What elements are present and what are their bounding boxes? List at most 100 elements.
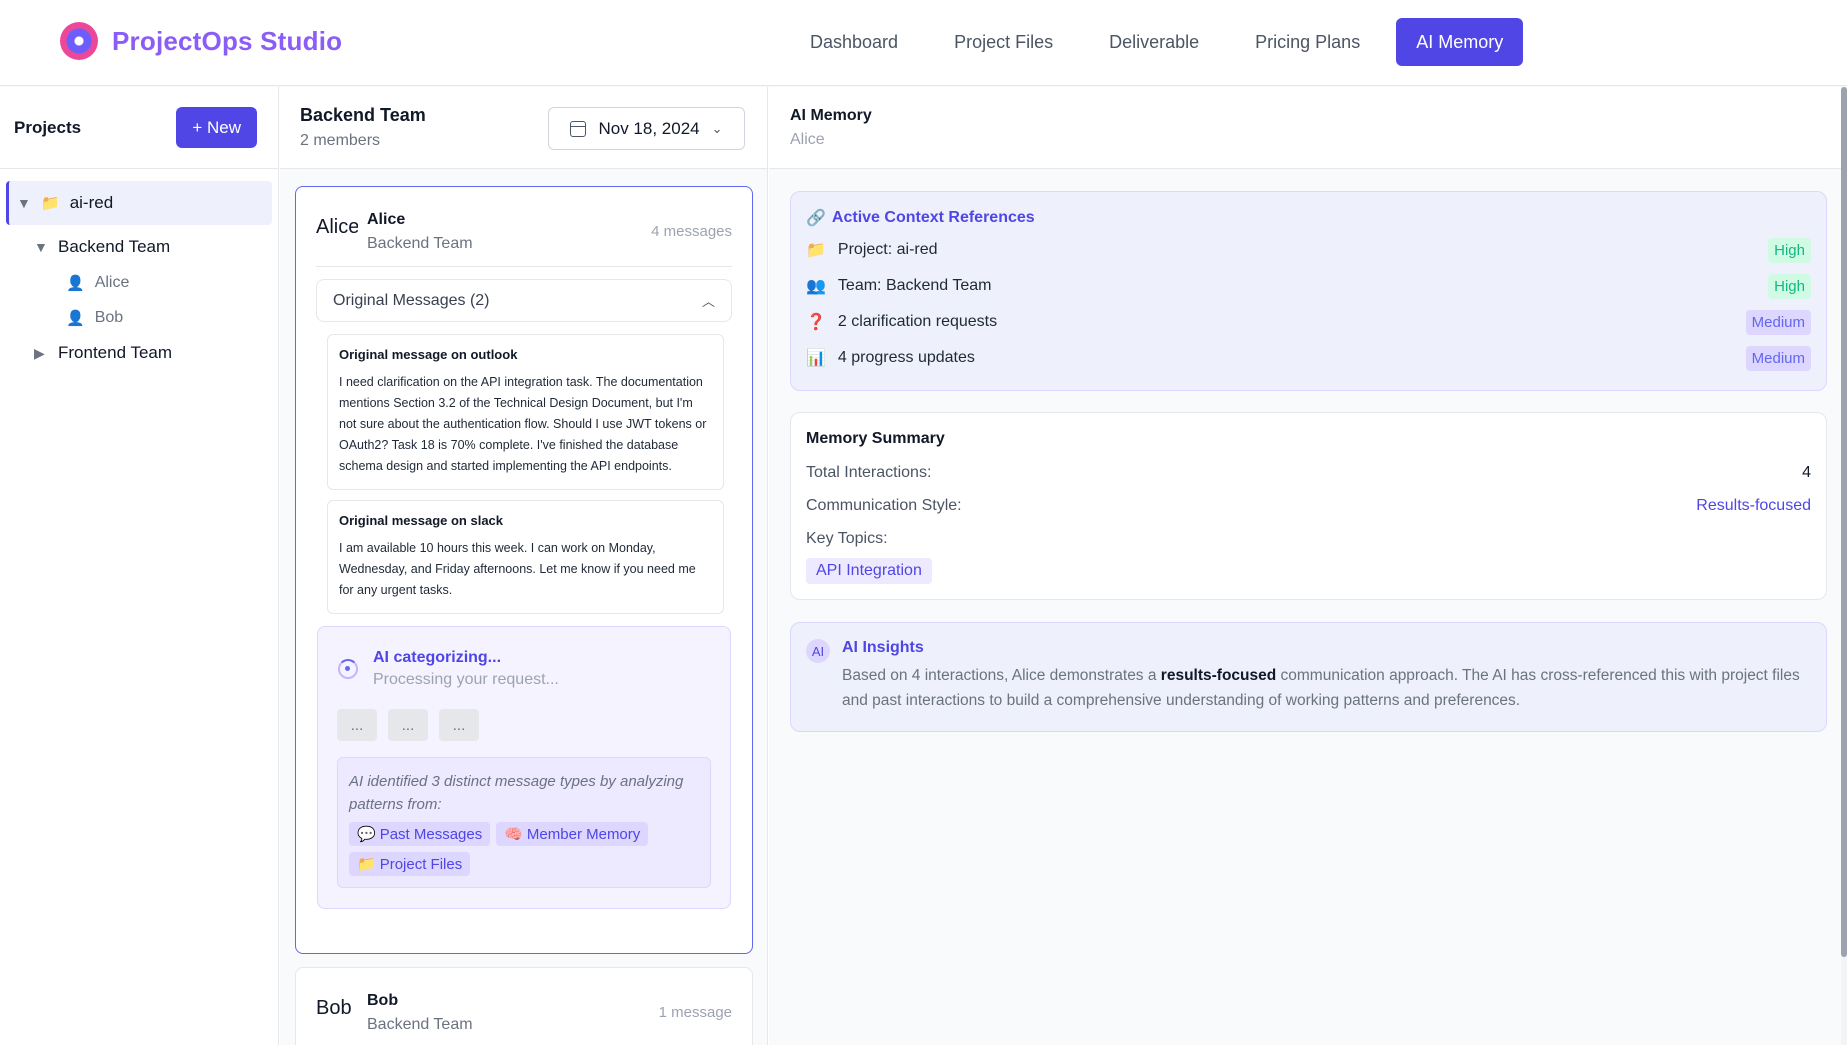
active-context-card: 🔗 Active Context References 📁 Project: ai… bbox=[790, 191, 1827, 391]
insights-body: Based on 4 interactions, Alice demonstra… bbox=[842, 663, 1811, 713]
ai-memory-header: AI Memory Alice bbox=[769, 87, 1847, 169]
project-tree: ▼ 📁 ai-red ▼ Backend Team 👤 Alice 👤 Bob … bbox=[0, 169, 278, 371]
member-header: Alice Alice Backend Team 4 messages bbox=[316, 187, 732, 267]
context-label: 4 progress updates bbox=[837, 349, 975, 366]
brain-icon: 🧠 bbox=[504, 826, 523, 843]
folder-icon: 📁 bbox=[41, 195, 60, 212]
context-label: Project: ai-red bbox=[837, 241, 938, 258]
tree-item-alice[interactable]: 👤 Alice bbox=[6, 265, 272, 300]
tag-label: Project Files bbox=[379, 855, 463, 873]
source-tags: 💬 Past Messages 🧠 Member Memory 📁 Projec… bbox=[349, 822, 699, 876]
tab-dashboard[interactable]: Dashboard bbox=[790, 18, 918, 66]
brand[interactable]: ProjectOps Studio bbox=[60, 22, 342, 60]
placeholder-pill: ... bbox=[388, 709, 428, 741]
ai-insights-card: AI AI Insights Based on 4 interactions, … bbox=[790, 622, 1827, 732]
priority-badge: Medium bbox=[1745, 345, 1811, 371]
original-messages-toggle[interactable]: Original Messages (2) ︿ bbox=[316, 279, 732, 322]
person-icon: 👤 bbox=[66, 274, 85, 292]
chevron-down-icon: ⌄ bbox=[711, 120, 723, 136]
person-icon: 👤 bbox=[66, 309, 85, 327]
message-body: I am available 10 hours this week. I can… bbox=[339, 541, 696, 597]
insights-bold: results-focused bbox=[1160, 667, 1277, 684]
main-nav: Dashboard Project Files Deliverable Pric… bbox=[790, 18, 1524, 66]
pattern-text: AI identified 3 distinct message types b… bbox=[349, 773, 684, 813]
link-icon: 🔗 bbox=[806, 210, 826, 227]
scrollbar-thumb[interactable] bbox=[1841, 87, 1847, 957]
caret-down-icon[interactable]: ▼ bbox=[17, 195, 31, 211]
panel-title: AI Memory bbox=[790, 107, 872, 124]
summary-title: Memory Summary bbox=[806, 430, 945, 447]
insights-title: AI Insights bbox=[842, 639, 924, 656]
message-source: Original message on outlook bbox=[339, 347, 518, 362]
context-row: 📁 Project: ai-red High bbox=[806, 232, 1811, 268]
member-card-bob[interactable]: Bob Bob Backend Team 1 message bbox=[295, 967, 753, 1045]
caret-down-icon[interactable]: ▼ bbox=[34, 239, 48, 255]
topic-chip[interactable]: API Integration bbox=[806, 558, 932, 584]
context-row: 👥 Team: Backend Team High bbox=[806, 268, 1811, 304]
tree-item-backend-team[interactable]: ▼ Backend Team bbox=[6, 229, 272, 265]
member-team: Backend Team bbox=[367, 235, 473, 252]
tag-member-memory[interactable]: 🧠 Member Memory bbox=[496, 822, 649, 846]
tab-pricing-plans[interactable]: Pricing Plans bbox=[1235, 18, 1380, 66]
tree-item-label: Backend Team bbox=[58, 237, 171, 256]
folder-icon: 📁 bbox=[357, 856, 376, 873]
tree-item-bob[interactable]: 👤 Bob bbox=[6, 300, 272, 335]
chart-icon: 📊 bbox=[806, 350, 826, 367]
summary-label: Key Topics: bbox=[806, 530, 888, 547]
message-body: I need clarification on the API integrat… bbox=[339, 375, 707, 473]
tree-item-frontend-team[interactable]: ▶ Frontend Team bbox=[6, 335, 272, 371]
ai-memory-panel: AI Memory Alice 🔗 Active Context Referen… bbox=[769, 87, 1847, 1045]
spinner-icon bbox=[338, 659, 358, 679]
brand-name: ProjectOps Studio bbox=[112, 25, 343, 56]
context-title: 🔗 Active Context References bbox=[806, 208, 1811, 228]
summary-label: Total Interactions: bbox=[806, 464, 932, 481]
tag-label: Past Messages bbox=[379, 825, 483, 843]
tree-item-label: Alice bbox=[94, 273, 130, 291]
toggle-label: Original Messages (2) bbox=[333, 291, 490, 309]
context-label: Team: Backend Team bbox=[837, 277, 992, 294]
member-name: Alice bbox=[367, 211, 406, 228]
folder-icon: 📁 bbox=[806, 242, 826, 259]
placeholder-pill: ... bbox=[439, 709, 479, 741]
date-picker-button[interactable]: Nov 18, 2024 ⌄ bbox=[548, 107, 745, 150]
insights-text: Based on 4 interactions, Alice demonstra… bbox=[842, 667, 1161, 684]
summary-row: Communication Style: Results-focused bbox=[806, 497, 1811, 530]
memory-summary-card: Memory Summary Total Interactions: 4 Com… bbox=[790, 412, 1827, 600]
context-title-label: Active Context References bbox=[831, 209, 1035, 226]
calendar-icon bbox=[570, 120, 587, 137]
message-count: 1 message bbox=[658, 1004, 732, 1021]
new-project-button[interactable]: + New bbox=[176, 107, 257, 148]
team-messages-panel: Backend Team 2 members Nov 18, 2024 ⌄ Al… bbox=[280, 87, 768, 1045]
member-name: Bob bbox=[367, 992, 399, 1009]
team-icon: 👥 bbox=[806, 278, 826, 295]
avatar: Bob bbox=[316, 997, 352, 1019]
member-card-alice[interactable]: Alice Alice Backend Team 4 messages Orig… bbox=[295, 186, 753, 954]
message-count: 4 messages bbox=[651, 223, 732, 240]
tree-item-ai-red[interactable]: ▼ 📁 ai-red bbox=[6, 181, 272, 225]
context-row: ❓ 2 clarification requests Medium bbox=[806, 304, 1811, 340]
ai-status-sub: Processing your request... bbox=[373, 671, 559, 688]
tag-past-messages[interactable]: 💬 Past Messages bbox=[349, 822, 491, 846]
tab-project-files[interactable]: Project Files bbox=[934, 18, 1073, 66]
original-message: Original message on slack I am available… bbox=[327, 500, 724, 614]
priority-badge: High bbox=[1768, 237, 1811, 263]
placeholder-pill: ... bbox=[337, 709, 377, 741]
summary-label: Communication Style: bbox=[806, 497, 962, 514]
tag-label: Member Memory bbox=[526, 825, 641, 843]
tab-ai-memory[interactable]: AI Memory bbox=[1396, 18, 1524, 66]
avatar: Alice bbox=[316, 216, 358, 238]
speech-bubble-icon: 💬 bbox=[357, 826, 376, 843]
member-team: Backend Team bbox=[367, 1016, 473, 1033]
tree-item-label: ai-red bbox=[69, 193, 114, 212]
panel-subtitle: Alice bbox=[790, 131, 825, 148]
scrollbar[interactable] bbox=[1841, 87, 1847, 1045]
original-message: Original message on outlook I need clari… bbox=[327, 334, 724, 490]
chevron-up-icon: ︿ bbox=[701, 294, 715, 309]
caret-right-icon[interactable]: ▶ bbox=[34, 345, 48, 362]
ai-status-title: AI categorizing... bbox=[373, 649, 502, 666]
tag-project-files[interactable]: 📁 Project Files bbox=[349, 852, 471, 876]
priority-badge: High bbox=[1768, 273, 1811, 299]
context-row: 📊 4 progress updates Medium bbox=[806, 340, 1811, 376]
tab-deliverable[interactable]: Deliverable bbox=[1089, 18, 1219, 66]
ai-icon: AI bbox=[806, 639, 830, 663]
